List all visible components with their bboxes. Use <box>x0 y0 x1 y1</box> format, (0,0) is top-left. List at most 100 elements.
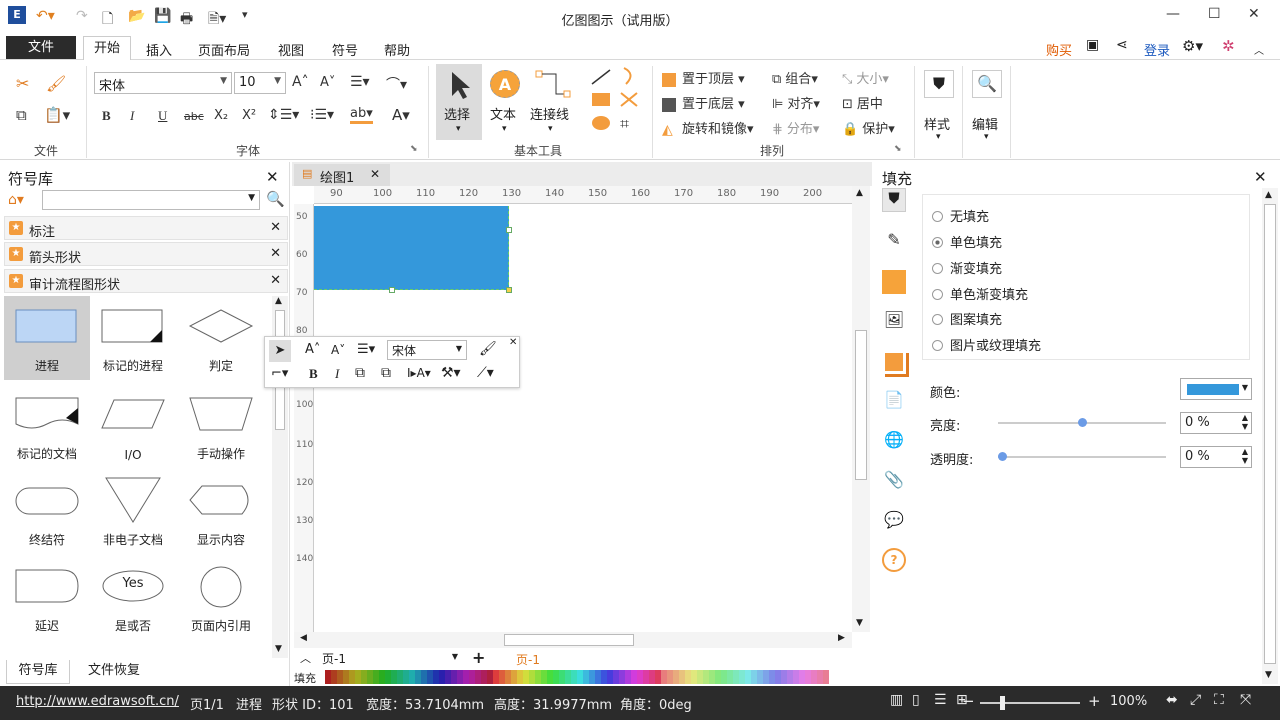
fill-panel-scroll-thumb[interactable] <box>1264 204 1276 664</box>
spinner-icon[interactable]: ▲ ▼ <box>1242 413 1248 431</box>
brightness-input[interactable]: 0 % ▲ ▼ <box>1180 412 1252 434</box>
group-button[interactable]: ⧉ 组合▾ <box>772 68 818 87</box>
document-tab[interactable]: ▤ 绘图1 ✕ <box>294 164 390 186</box>
spinner-icon[interactable]: ▲ ▼ <box>1242 447 1248 465</box>
menu-help[interactable]: 帮助 <box>384 40 410 59</box>
bold-button[interactable]: B <box>309 366 318 382</box>
add-page-button[interactable]: + <box>472 648 485 667</box>
canvas-vscroll-thumb[interactable] <box>855 330 867 480</box>
copy-icon[interactable]: ⧉ <box>16 106 27 124</box>
ellipse-tool-icon[interactable] <box>590 114 612 132</box>
protect-button[interactable]: 🔒 保护▾ <box>842 118 895 137</box>
italic-button[interactable]: I <box>130 108 134 124</box>
shrink-font-icon[interactable]: A˅ <box>320 75 335 90</box>
transparency-input[interactable]: 0 % ▲ ▼ <box>1180 446 1252 468</box>
hyperlink-icon[interactable]: 🌐 <box>882 430 906 454</box>
scroll-down-icon[interactable]: ▼ <box>856 618 863 628</box>
image-icon[interactable]: 🖼 <box>882 310 906 334</box>
connector-tool-button[interactable]: 连接线 ▾ <box>528 64 574 140</box>
edit-button[interactable]: 🔍 编辑 ▾ <box>968 66 1008 146</box>
distribute-button[interactable]: ⋕ 分布▾ <box>772 118 819 137</box>
palette-color-swatch[interactable] <box>823 670 829 684</box>
scroll-down-icon[interactable]: ▼ <box>275 644 282 654</box>
arc-tool-icon[interactable] <box>620 66 638 86</box>
collapse-ribbon-icon[interactable]: ︿ <box>1254 42 1264 57</box>
shape-delay[interactable]: 延迟 <box>4 556 90 640</box>
shape-yes-no[interactable]: Yes 是或否 <box>90 556 176 640</box>
zoom-in-button[interactable]: + <box>1088 692 1101 710</box>
search-icon[interactable]: 🔍 <box>266 190 285 208</box>
format-painter-icon[interactable]: 🖌 <box>46 74 66 93</box>
account-icon[interactable]: ▣ <box>1086 37 1099 53</box>
bullets-icon[interactable]: ⁝☰▾ <box>310 107 334 123</box>
scroll-down-icon[interactable]: ▼ <box>1265 670 1272 680</box>
resize-handle[interactable] <box>506 227 512 233</box>
cross-tool-icon[interactable] <box>618 90 640 108</box>
scroll-up-icon[interactable]: ▲ <box>856 188 863 198</box>
close-section-icon[interactable]: ✕ <box>270 220 281 235</box>
comment-icon[interactable]: 💬 <box>882 510 906 534</box>
font-dialog-launcher-icon[interactable]: ⬊ <box>410 144 418 154</box>
shape-io[interactable]: I/O <box>90 384 176 468</box>
font-size-select[interactable]: 10 ▼ <box>234 72 286 94</box>
fill-option-pattern[interactable]: 图案填充 <box>932 309 1002 328</box>
close-section-icon[interactable]: ✕ <box>270 273 281 288</box>
align-text-icon[interactable]: ☰▾ <box>357 342 375 357</box>
bring-to-front-button[interactable]: 置于顶层 ▾ <box>662 68 745 87</box>
fill-option-gradient[interactable]: 渐变填充 <box>932 258 1002 277</box>
selected-process-shape[interactable] <box>314 206 509 290</box>
attachment-icon[interactable]: 📎 <box>882 470 906 494</box>
menu-insert[interactable]: 插入 <box>146 40 172 59</box>
home-icon[interactable]: ⌂▾ <box>8 192 24 208</box>
bring-front-icon[interactable]: ⧉ <box>355 365 365 381</box>
text-direction-icon[interactable]: ⌒▾ <box>386 74 407 94</box>
line-style-icon[interactable]: ✎ <box>882 230 906 254</box>
resize-handle[interactable] <box>506 287 512 293</box>
shape-terminator[interactable]: 终结符 <box>4 470 90 554</box>
connector-icon[interactable]: ⌐▾ <box>271 366 288 381</box>
strikethrough-button[interactable]: abc <box>184 110 204 123</box>
page-tab[interactable]: 页-1 <box>516 651 540 668</box>
maximize-button[interactable]: ☐ <box>1208 6 1221 22</box>
page-select[interactable]: 页-1 ▼ <box>322 650 458 668</box>
scroll-up-icon[interactable]: ▲ <box>1265 190 1272 200</box>
tab-symbol-library[interactable]: 符号库 <box>6 660 70 684</box>
line-spacing-icon[interactable]: ⇕☰▾ <box>268 107 299 123</box>
actual-size-icon[interactable]: ⤧ <box>1240 692 1251 708</box>
help-icon[interactable]: ? <box>882 548 906 572</box>
highlight-color-icon[interactable]: ab▾ <box>350 106 373 124</box>
buy-button[interactable]: 购买 <box>1046 40 1072 59</box>
select-tool-button[interactable]: 选择 ▾ <box>436 64 482 140</box>
close-library-button[interactable]: ✕ <box>266 168 279 186</box>
scroll-up-icon[interactable]: ▲ <box>275 296 282 306</box>
paste-icon[interactable]: 📋▾ <box>44 106 70 124</box>
color-palette[interactable] <box>325 670 833 684</box>
transparency-slider[interactable] <box>998 456 1166 458</box>
transparency-slider-thumb[interactable] <box>998 452 1007 461</box>
align-text-icon[interactable]: ☰▾ <box>350 74 370 90</box>
zoom-slider-thumb[interactable] <box>1000 696 1005 710</box>
grow-font-icon[interactable]: A˄ <box>292 74 309 90</box>
brightness-slider-thumb[interactable] <box>1078 418 1087 427</box>
shape-marked-process[interactable]: 标记的进程 <box>90 296 176 380</box>
superscript-button[interactable]: X² <box>242 108 256 123</box>
center-button[interactable]: ⊡ 居中 <box>842 93 883 112</box>
fullscreen-icon[interactable]: ⛶ <box>1214 692 1224 708</box>
spacing-icon[interactable]: I▸A▾ <box>407 366 431 380</box>
library-section[interactable]: ★ 标注 ✕ <box>4 216 288 240</box>
login-button[interactable]: 登录 <box>1144 40 1170 59</box>
menu-view[interactable]: 视图 <box>278 40 304 59</box>
shape-marked-document[interactable]: 标记的文档 <box>4 384 90 468</box>
rotate-mirror-button[interactable]: ◭ 旋转和镜像▾ <box>662 118 754 138</box>
pointer-icon[interactable]: ➤ <box>269 340 291 362</box>
fit-page-icon[interactable]: ⤢ <box>1190 692 1201 708</box>
align-button[interactable]: ⊫ 对齐▾ <box>772 93 820 112</box>
resize-handle[interactable] <box>389 287 395 293</box>
close-fill-panel-button[interactable]: ✕ <box>1254 168 1267 186</box>
minimize-button[interactable]: — <box>1166 6 1180 22</box>
bold-button[interactable]: B <box>102 108 111 124</box>
text-tool-button[interactable]: A 文本 ▾ <box>486 64 524 140</box>
scroll-right-icon[interactable]: ▶ <box>838 633 845 643</box>
fit-width-icon[interactable]: ⬌ <box>1166 692 1178 708</box>
size-button[interactable]: ⤡ 大小▾ <box>842 68 889 87</box>
